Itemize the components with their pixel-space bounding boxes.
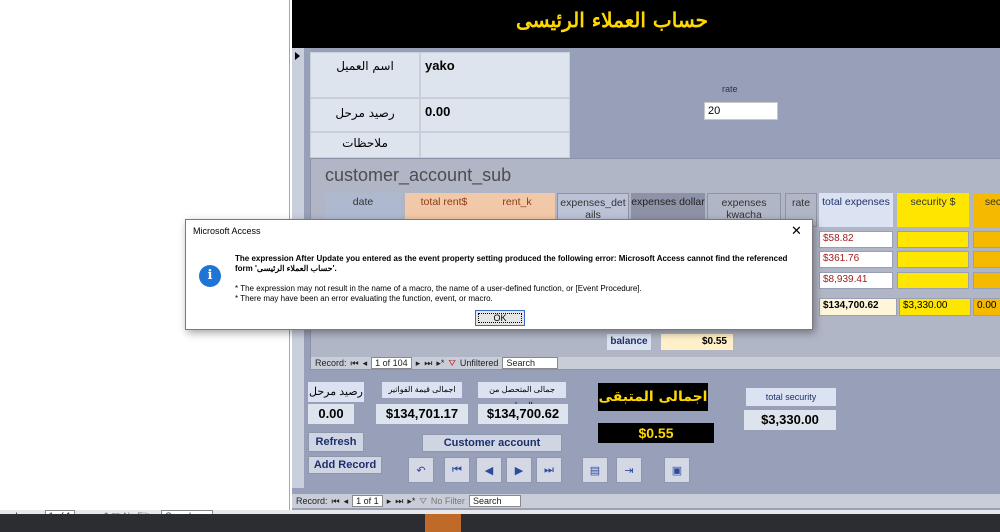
total-security-value: $3,330.00 [744,410,836,430]
error-dialog: Microsoft Access ✕ i The expression Afte… [185,219,813,330]
customer-name-label: اسم العميل [336,59,394,73]
total-expenses-cell[interactable]: $361.76 [819,251,893,268]
invoices-total-label: اجمالى قيمة الفواتير [382,382,462,398]
remaining-total-value: $0.55 [598,423,714,443]
new-record-icon[interactable]: ▸* [407,496,415,507]
filter-icon: ⛛ [448,357,456,368]
taskbar [0,514,1000,532]
undo-icon[interactable]: ↶ [408,457,434,483]
record-label: Record: [296,496,328,506]
form-header: حساب العملاء الرئيسى [292,0,1000,48]
dialog-bullet: * There may have been an error evaluatin… [235,294,493,303]
total-security-label: total security [746,388,836,406]
dialog-message: The expression After Update you entered … [235,254,788,273]
form-record-navigation: Record: ⏮ ◂ 1 of 1 ▸ ⏭ ▸* ⛛ No Filter Se… [292,494,1000,508]
rate-input[interactable]: 20 [704,102,778,120]
carried-balance-value: 0.00 [425,104,451,119]
total-expenses-cell[interactable]: $58.82 [819,231,893,248]
add-record-button[interactable]: Add Record [308,456,382,474]
notes-field[interactable] [420,132,570,158]
security-extra-cell[interactable] [973,251,1000,268]
last-record-icon[interactable]: ⏭ [424,358,432,369]
notes-label-box: ملاحظات [310,132,420,158]
close-icon[interactable]: ✕ [791,223,802,239]
customer-name-value: yako [425,58,455,73]
record-position-input[interactable]: 1 of 104 [371,357,412,369]
next-record-icon[interactable]: ▸ [387,496,392,507]
form-title: حساب العملاء الرئيسى [515,8,709,32]
record-position-input[interactable]: 1 of 1 [352,495,383,507]
report-icon[interactable]: ▤ [582,457,608,483]
refresh-button[interactable]: Refresh [308,432,364,452]
subform-record-navigation: Record: ⏮ ◂ 1 of 104 ▸ ⏭ ▸* ⛛ Unfiltered… [311,357,1000,369]
collected-total-label: جمالى المتحصل من العميل [478,382,566,410]
security-cell[interactable] [897,251,969,268]
last-record-button-icon[interactable]: ⏭ [536,457,562,483]
new-record-icon[interactable]: ▸* [436,358,444,369]
save-icon[interactable]: ▣ [664,457,690,483]
column-header-security[interactable]: security $ [897,193,969,227]
customer-name-label-box: اسم العميل [310,52,420,98]
first-record-button-icon[interactable]: ⏮ [444,457,470,483]
search-box[interactable]: Search [468,495,521,507]
ok-button[interactable]: OK [475,310,525,326]
subform-title: customer_account_sub [325,165,512,185]
last-record-icon[interactable]: ⏭ [395,496,403,507]
customer-name-field[interactable]: yako [420,52,570,98]
security-sum: $3,330.00 [899,298,971,316]
next-record-icon[interactable]: ▸ [416,358,421,369]
search-box[interactable]: Search [502,357,559,369]
dialog-details: * The expression may not result in the n… [235,284,805,304]
notes-label: ملاحظات [342,136,388,150]
carried-balance-field[interactable]: 0.00 [420,98,570,132]
carried-balance-label-box: رصيد مرحل [310,98,420,132]
summary-carried-balance-value: 0.00 [308,404,354,424]
balance-value: $0.55 [661,334,733,350]
next-record-button-icon[interactable]: ▶ [506,457,532,483]
balance-label: balance [607,334,651,350]
previous-record-button-icon[interactable]: ◀ [476,457,502,483]
summary-carried-balance-label: رصيد مرحل [308,382,364,402]
current-record-arrow-icon [295,52,300,60]
carried-balance-label: رصيد مرحل [335,106,395,120]
security-extra-sum: 0.00 [973,298,1000,316]
total-expenses-sum: $134,700.62 [819,298,897,316]
security-cell[interactable] [897,272,969,289]
taskbar-app-icon[interactable] [425,514,461,532]
column-header-security-extra[interactable]: sec [973,193,1000,227]
filter-status[interactable]: Unfiltered [460,358,499,368]
remaining-total-label: اجمالى المتبقى [598,383,708,411]
security-cell[interactable] [897,231,969,248]
first-record-icon[interactable]: ⏮ [351,358,359,369]
previous-record-icon[interactable]: ◂ [344,496,349,507]
filter-status[interactable]: No Filter [431,496,465,506]
record-label: Record: [315,358,347,368]
info-icon: i [199,265,221,287]
invoices-total-value: $134,701.17 [376,404,468,424]
previous-record-icon[interactable]: ◂ [363,358,368,369]
collected-total-value: $134,700.62 [478,404,568,424]
rate-label: rate [722,84,738,94]
filter-icon: ⛛ [419,495,427,506]
customer-account-button[interactable]: Customer account [422,434,562,452]
column-header-total-expenses[interactable]: total expenses [819,193,893,227]
export-icon[interactable]: ⇥ [616,457,642,483]
security-extra-cell[interactable] [973,231,1000,248]
security-extra-cell[interactable] [973,272,1000,289]
dialog-title: Microsoft Access [193,226,261,236]
dialog-bullet: * The expression may not result in the n… [235,284,642,293]
first-record-icon[interactable]: ⏮ [332,496,340,507]
total-expenses-cell[interactable]: $8,939.41 [819,272,893,289]
